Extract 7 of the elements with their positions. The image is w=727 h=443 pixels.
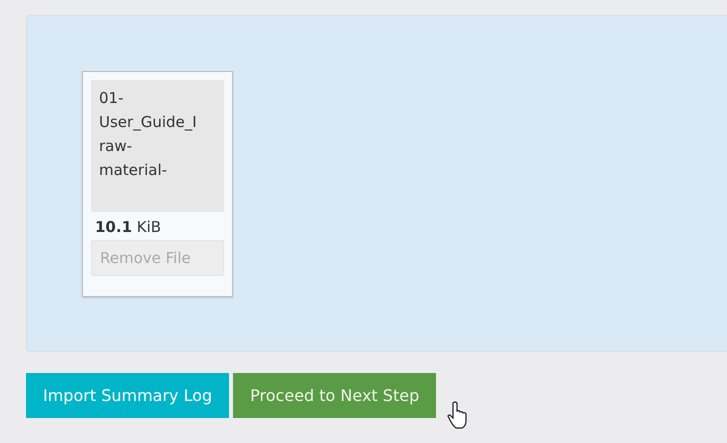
- import-log-button[interactable]: Import Summary Log: [26, 373, 230, 418]
- file-name: 01- User_Guide_I raw- material-: [91, 80, 224, 212]
- next-step-button[interactable]: Proceed to Next Step: [233, 373, 436, 418]
- hand-cursor-icon: [447, 401, 467, 429]
- remove-file-button[interactable]: Remove File: [91, 240, 224, 276]
- file-size: 10.1 KiB: [95, 218, 162, 236]
- drop-zone[interactable]: 01- User_Guide_I raw- material- 10.1 KiB Remove File: [26, 15, 727, 352]
